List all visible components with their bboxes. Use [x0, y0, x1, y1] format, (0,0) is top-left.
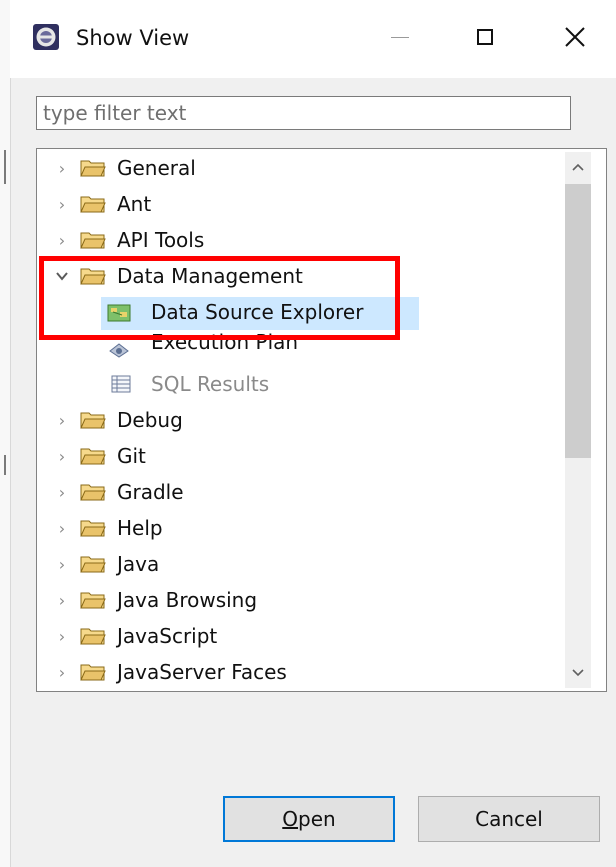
chevron-up-icon: [572, 163, 584, 171]
tree-item-label: SQL Results: [151, 372, 270, 396]
chevron-right-icon[interactable]: ›: [55, 555, 69, 574]
tree-item-label: Debug: [117, 408, 183, 432]
tree-item-label: Java: [117, 552, 160, 576]
chevron-right-icon[interactable]: ›: [55, 195, 69, 214]
edge-mark: [4, 150, 6, 184]
chevron-right-icon[interactable]: ›: [55, 663, 69, 682]
tree-item-label: Execution Plan: [151, 330, 299, 354]
tree-item-label: Git: [117, 444, 146, 468]
folder-icon: [80, 592, 106, 609]
tree-item-label: JavaServer Faces: [117, 660, 287, 684]
tree-item-label: Data Source Explorer: [151, 300, 364, 324]
folder-icon: [80, 160, 106, 177]
chevron-right-icon[interactable]: ›: [55, 519, 69, 538]
chevron-right-icon[interactable]: ›: [55, 627, 69, 646]
show-view-dialog: Show View › General › Ant › API Tools: [0, 0, 616, 867]
open-mnemonic: O: [282, 807, 299, 831]
chevron-down-icon: [572, 669, 584, 677]
chevron-right-icon[interactable]: ›: [55, 411, 69, 430]
chevron-right-icon[interactable]: ›: [55, 447, 69, 466]
tree-item-label: General: [117, 156, 196, 180]
tree-item-label: API Tools: [117, 228, 205, 252]
chevron-right-icon[interactable]: ›: [55, 483, 69, 502]
maximize-button[interactable]: [455, 14, 515, 60]
title-bar: Show View: [10, 0, 616, 78]
folder-icon: [80, 412, 106, 429]
view-tree[interactable]: › General › Ant › API Tools Data Managem…: [36, 148, 607, 692]
tree-item-label: Ant: [117, 192, 152, 216]
close-icon: [565, 27, 585, 47]
tree-item-label: Gradle: [117, 480, 184, 504]
chevron-right-icon[interactable]: ›: [55, 591, 69, 610]
cancel-button[interactable]: Cancel: [418, 796, 600, 842]
tree-item-label: Help: [117, 516, 163, 540]
chevron-right-icon[interactable]: ›: [55, 159, 69, 178]
folder-icon: [80, 520, 106, 537]
eclipse-icon: [33, 24, 59, 50]
close-button[interactable]: [545, 14, 605, 60]
chevron-down-icon[interactable]: [55, 269, 69, 283]
chevron-right-icon[interactable]: ›: [55, 231, 69, 250]
tree-item-label: Java Browsing: [117, 588, 258, 612]
data-source-explorer-icon: [107, 304, 131, 322]
tree-item-label: JavaScript: [117, 624, 218, 648]
folder-open-icon: [80, 268, 106, 285]
minimize-icon: [391, 36, 409, 38]
folder-icon: [80, 484, 106, 501]
edge-mark: [4, 455, 6, 475]
sql-results-icon: [111, 375, 131, 393]
folder-icon: [80, 196, 106, 213]
open-label: pen: [298, 807, 336, 831]
left-edge: [0, 0, 11, 867]
folder-icon: [80, 448, 106, 465]
folder-icon: [80, 664, 106, 681]
execution-plan-icon: [109, 343, 129, 358]
folder-icon: [80, 232, 106, 249]
folder-icon: [80, 556, 106, 573]
maximize-icon: [477, 29, 493, 45]
window-title: Show View: [76, 26, 190, 50]
folder-icon: [80, 628, 106, 645]
tree-item-label: Data Management: [117, 264, 303, 288]
scroll-up-button[interactable]: [565, 152, 591, 182]
open-button[interactable]: Open: [223, 796, 395, 842]
scrollbar-thumb[interactable]: [565, 184, 591, 458]
filter-input[interactable]: [36, 96, 571, 130]
minimize-button[interactable]: [370, 14, 430, 60]
scroll-down-button[interactable]: [565, 658, 591, 688]
